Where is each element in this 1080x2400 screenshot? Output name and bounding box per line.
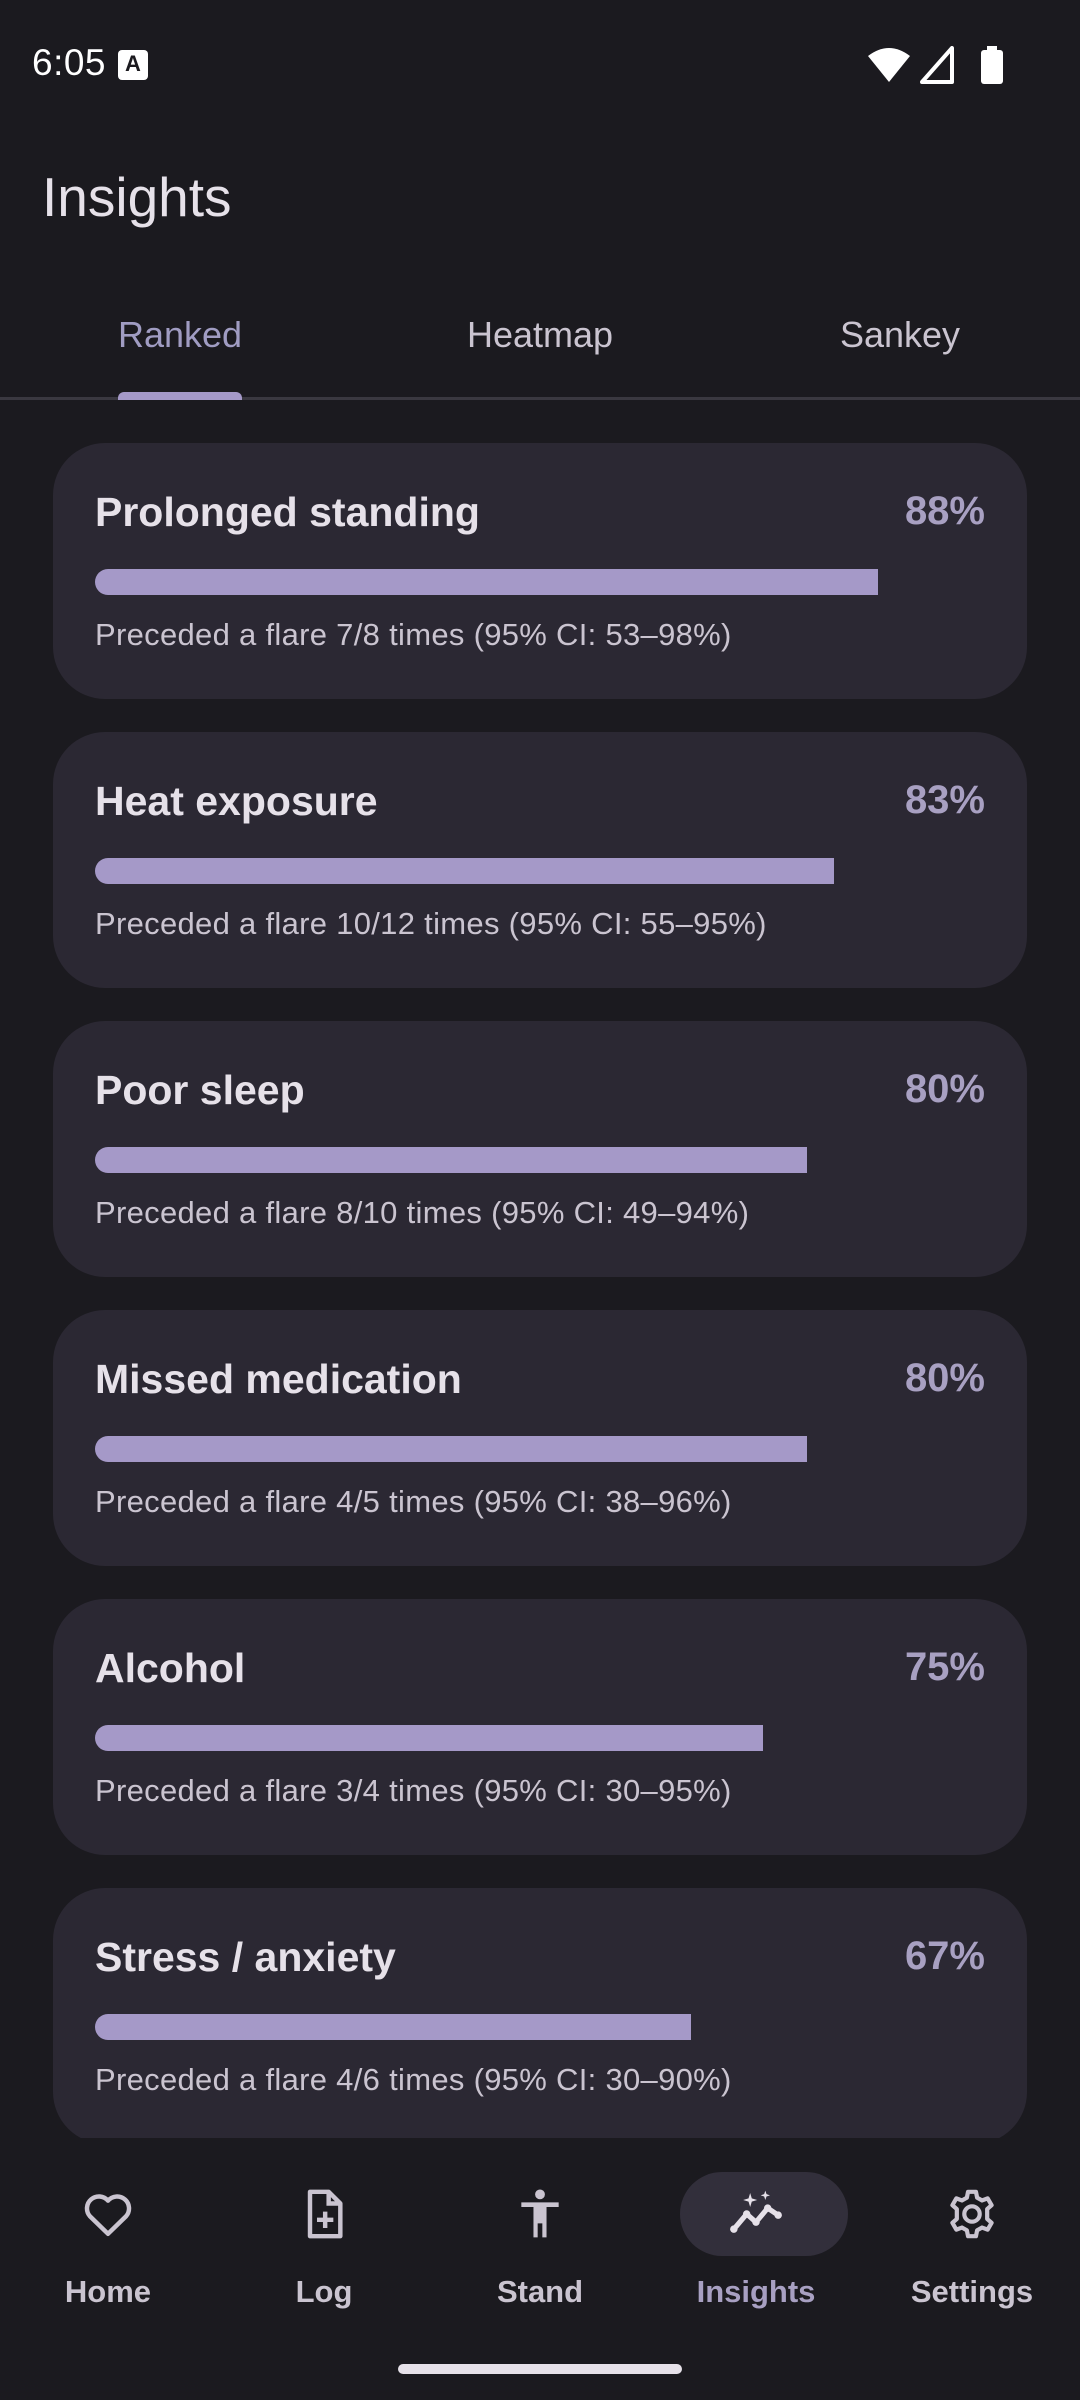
nav-label: Log bbox=[295, 2274, 353, 2309]
notification-icon: A bbox=[118, 50, 148, 80]
insights-icon bbox=[730, 2190, 782, 2233]
person-standing-icon bbox=[521, 2189, 559, 2238]
tab-heatmap[interactable]: Heatmap bbox=[360, 290, 720, 400]
status-bar: 6:05 A bbox=[0, 0, 1080, 128]
trigger-card[interactable]: Alcohol 75% Preceded a flare 3/4 times (… bbox=[53, 1599, 1027, 1855]
status-icons bbox=[868, 46, 1008, 84]
note-add-icon bbox=[307, 2189, 343, 2239]
progress-bar bbox=[95, 1725, 985, 1751]
tab-indicator bbox=[118, 392, 242, 400]
nav-label: Settings bbox=[910, 2274, 1034, 2309]
nav-home[interactable]: Home bbox=[0, 2138, 216, 2338]
nav-settings[interactable]: Settings bbox=[864, 2138, 1080, 2338]
trigger-description: Preceded a flare 8/10 times (95% CI: 49–… bbox=[95, 1195, 750, 1230]
signal-icon bbox=[920, 46, 954, 84]
nav-label: Insights bbox=[696, 2274, 816, 2309]
progress-fill bbox=[95, 1147, 807, 1173]
page-title: Insights bbox=[42, 166, 232, 228]
nav-label: Home bbox=[64, 2274, 152, 2309]
trigger-card[interactable]: Prolonged standing 88% Preceded a flare … bbox=[53, 443, 1027, 699]
tab-ranked[interactable]: Ranked bbox=[0, 290, 360, 400]
trigger-description: Preceded a flare 7/8 times (95% CI: 53–9… bbox=[95, 617, 732, 652]
progress-fill bbox=[95, 858, 834, 884]
home-indicator[interactable] bbox=[398, 2364, 682, 2374]
trigger-name: Prolonged standing bbox=[95, 489, 480, 535]
nav-stand[interactable]: Stand bbox=[432, 2138, 648, 2338]
bottom-navigation: Home Log Stand Insights Settings bbox=[0, 2138, 1080, 2400]
notification-letter: A bbox=[125, 51, 141, 76]
battery-icon bbox=[981, 46, 1003, 84]
progress-bar bbox=[95, 1436, 985, 1462]
trigger-name: Missed medication bbox=[95, 1356, 462, 1402]
trigger-percent: 83% bbox=[904, 778, 985, 822]
nav-log[interactable]: Log bbox=[216, 2138, 432, 2338]
trigger-description: Preceded a flare 3/4 times (95% CI: 30–9… bbox=[95, 1773, 732, 1808]
wifi-icon bbox=[868, 48, 910, 82]
progress-bar bbox=[95, 1147, 985, 1173]
status-time: 6:05 bbox=[32, 42, 107, 83]
trigger-percent: 75% bbox=[904, 1645, 985, 1689]
trigger-card[interactable]: Heat exposure 83% Preceded a flare 10/12… bbox=[53, 732, 1027, 988]
gear-icon bbox=[950, 2189, 994, 2239]
progress-bar bbox=[95, 2014, 985, 2040]
trigger-name: Alcohol bbox=[95, 1645, 246, 1691]
nav-insights[interactable]: Insights bbox=[648, 2138, 864, 2338]
trigger-percent: 88% bbox=[904, 489, 985, 533]
trigger-name: Stress / anxiety bbox=[95, 1934, 396, 1980]
trigger-description: Preceded a flare 4/6 times (95% CI: 30–9… bbox=[95, 2062, 732, 2097]
progress-fill bbox=[95, 2014, 692, 2040]
tab-sankey[interactable]: Sankey bbox=[720, 290, 1080, 400]
trigger-card[interactable]: Missed medication 80% Preceded a flare 4… bbox=[53, 1310, 1027, 1566]
trigger-list: Prolonged standing 88% Preceded a flare … bbox=[53, 443, 1027, 2177]
insights-screen: 6:05 A Insights Ranked Heatmap Sankey Pr… bbox=[0, 0, 1080, 2400]
progress-fill bbox=[95, 1725, 763, 1751]
progress-bar bbox=[95, 569, 985, 595]
trigger-description: Preceded a flare 4/5 times (95% CI: 38–9… bbox=[95, 1484, 732, 1519]
tab-bar: Ranked Heatmap Sankey bbox=[0, 290, 1080, 400]
trigger-description: Preceded a flare 10/12 times (95% CI: 55… bbox=[95, 906, 767, 941]
trigger-name: Heat exposure bbox=[95, 778, 378, 824]
heart-icon bbox=[84, 2194, 132, 2237]
trigger-card[interactable]: Stress / anxiety 67% Preceded a flare 4/… bbox=[53, 1888, 1027, 2144]
trigger-percent: 80% bbox=[904, 1067, 985, 1111]
progress-fill bbox=[95, 569, 879, 595]
trigger-name: Poor sleep bbox=[95, 1067, 305, 1113]
progress-bar bbox=[95, 858, 985, 884]
progress-fill bbox=[95, 1436, 807, 1462]
nav-label: Stand bbox=[496, 2274, 584, 2309]
trigger-card[interactable]: Poor sleep 80% Preceded a flare 8/10 tim… bbox=[53, 1021, 1027, 1277]
trigger-percent: 80% bbox=[904, 1356, 985, 1400]
trigger-percent: 67% bbox=[904, 1934, 985, 1978]
